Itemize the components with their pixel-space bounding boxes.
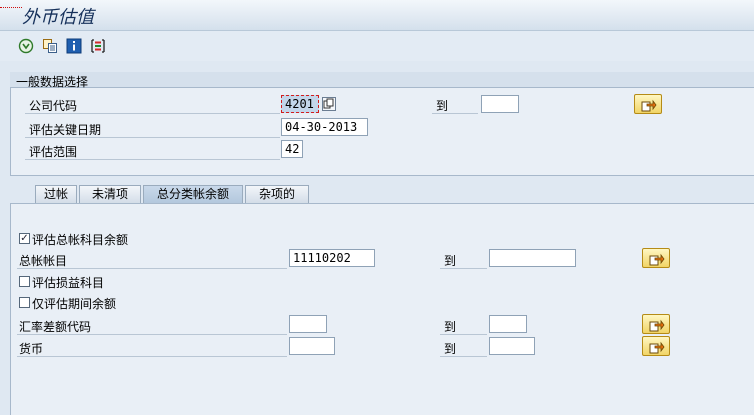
tab-gl-balances[interactable]: 总分类帐余额 <box>143 185 243 203</box>
exch-diff-key-from-input[interactable] <box>289 315 327 333</box>
gl-account-to-input[interactable] <box>489 249 576 267</box>
field-underline <box>440 334 487 335</box>
period-balances-only-label: 仅评估期间余额 <box>32 297 117 311</box>
valuation-area-label: 评估范围 <box>29 145 78 159</box>
exch-diff-key-to-input[interactable] <box>489 315 527 333</box>
currency-from-input[interactable] <box>289 337 335 355</box>
currency-to-input[interactable] <box>489 337 535 355</box>
multiple-selection-button[interactable] <box>634 94 662 114</box>
field-underline <box>25 137 280 138</box>
title-marker <box>0 7 22 8</box>
currency-multiple-selection-button[interactable] <box>642 336 670 356</box>
group-header <box>10 72 754 88</box>
field-underline <box>17 268 287 269</box>
exch-diff-key-label: 汇率差额代码 <box>19 320 92 334</box>
to-label: 到 <box>444 254 457 268</box>
company-code-input[interactable]: 4201 <box>281 95 319 113</box>
to-label: 到 <box>436 99 449 113</box>
company-code-label: 公司代码 <box>29 99 78 113</box>
field-underline <box>432 113 478 114</box>
valuate-gl-balances-label: 评估总帐科目余额 <box>32 233 129 247</box>
valuate-gl-balances-checkbox[interactable]: ✓ <box>19 233 30 244</box>
to-label: 到 <box>444 320 457 334</box>
tab-miscellaneous[interactable]: 杂项的 <box>245 185 309 203</box>
gl-account-label: 总帐帐目 <box>19 254 68 268</box>
group-title: 一般数据选择 <box>16 75 89 89</box>
selection-options-icon[interactable] <box>90 38 106 54</box>
gl-account-from-input[interactable]: 11110202 <box>289 249 375 267</box>
info-icon[interactable] <box>66 38 82 54</box>
valuation-area-input[interactable]: 42 <box>281 140 303 158</box>
tab-postings[interactable]: 过帐 <box>35 185 77 203</box>
field-underline <box>25 159 280 160</box>
execute-icon[interactable] <box>18 38 34 54</box>
currency-label: 货币 <box>19 342 44 356</box>
tab-open-items[interactable]: 未清项 <box>79 185 141 203</box>
title-bar <box>0 0 754 31</box>
field-underline <box>440 356 487 357</box>
company-code-to-input[interactable] <box>481 95 519 113</box>
field-underline <box>17 356 287 357</box>
field-underline <box>440 268 487 269</box>
field-underline <box>25 113 280 114</box>
to-label: 到 <box>444 342 457 356</box>
valuate-pl-accounts-label: 评估损益科目 <box>32 276 105 290</box>
field-underline <box>17 334 287 335</box>
gl-account-multiple-selection-button[interactable] <box>642 248 670 268</box>
period-balances-only-checkbox[interactable] <box>19 297 30 308</box>
valuate-pl-accounts-checkbox[interactable] <box>19 276 30 287</box>
key-date-input[interactable]: 04-30-2013 <box>281 118 368 136</box>
key-date-label: 评估关键日期 <box>29 123 102 137</box>
exch-diff-key-multiple-selection-button[interactable] <box>642 314 670 334</box>
multiple-selection-icon[interactable] <box>322 97 336 111</box>
application-toolbar <box>0 31 754 61</box>
copy-variant-icon[interactable] <box>42 38 58 54</box>
page-title: 外币估值 <box>22 7 94 28</box>
